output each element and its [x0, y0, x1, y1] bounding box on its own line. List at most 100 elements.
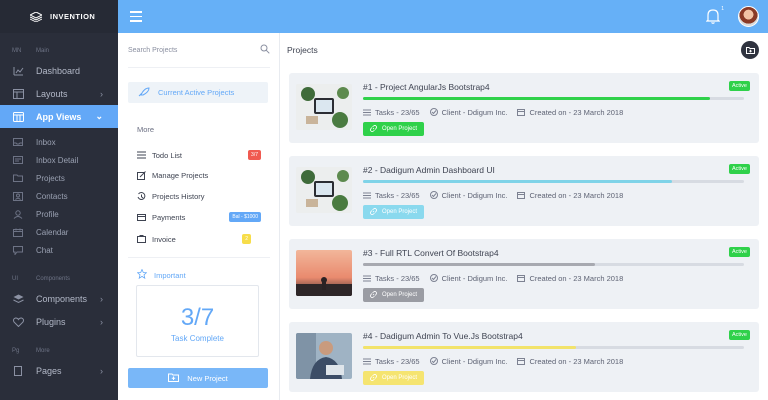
sidebar-item-inbox-detail[interactable]: Inbox Detail — [0, 151, 118, 169]
project-meta: Tasks - 23/65 Client - Ddigum Inc. Creat… — [363, 273, 633, 283]
sidebar-item-components[interactable]: Components › — [0, 287, 118, 310]
link-icon — [370, 207, 377, 217]
task-count: 3/7 — [180, 304, 215, 331]
more-item-label: Todo List — [152, 150, 183, 160]
client-text: Client - Ddigum Inc. — [441, 273, 508, 283]
sidebar-item-contacts[interactable]: Contacts — [0, 187, 118, 205]
task-complete-label: Task Complete — [171, 334, 224, 343]
menu-icon[interactable] — [130, 11, 142, 25]
sidebar-item-label: Calendar — [36, 227, 69, 237]
components-icon — [12, 293, 24, 305]
section-title: Main — [36, 48, 50, 54]
project-title[interactable]: #3 - Full RTL Convert Of Bootstrap4 — [363, 248, 499, 258]
open-project-button[interactable]: Open Project — [363, 371, 425, 385]
invoice-badge: 2 — [242, 234, 251, 244]
section-abbr: MN — [12, 48, 22, 54]
brand-name: INVENTION — [50, 12, 96, 21]
invoice-link[interactable]: Invoice 2 — [137, 233, 261, 245]
sidebar-item-dashboard[interactable]: Dashboard — [0, 59, 118, 82]
link-icon — [370, 124, 377, 134]
project-thumbnail — [296, 167, 352, 213]
manage-projects-link[interactable]: Manage Projects — [137, 169, 261, 181]
client-text: Client - Ddigum Inc. — [441, 356, 508, 366]
edit-icon — [137, 170, 146, 180]
history-icon — [137, 191, 146, 201]
dashboard-icon — [12, 65, 24, 77]
project-card: #1 - Project AngularJs Bootstrap4 Active… — [289, 73, 759, 143]
contacts-icon — [12, 191, 24, 201]
project-title[interactable]: #1 - Project AngularJs Bootstrap4 — [363, 82, 490, 92]
tasks-text: Tasks - 23/65 — [375, 107, 420, 117]
open-project-button[interactable]: Open Project — [363, 122, 425, 136]
search-icon[interactable] — [260, 44, 270, 54]
tasks-text: Tasks - 23/65 — [375, 356, 420, 366]
sidebar-item-pages[interactable]: Pages › — [0, 359, 118, 382]
payments-link[interactable]: Payments Bal - $1000 — [137, 211, 261, 223]
section-title: More — [36, 348, 50, 354]
add-project-button[interactable] — [741, 41, 759, 59]
notification-count: 1 — [721, 6, 724, 12]
sidebar-item-inbox[interactable]: Inbox — [0, 133, 118, 151]
todo-list-link[interactable]: Todo List 3/7 — [137, 149, 261, 161]
client-icon — [429, 191, 438, 199]
project-thumbnail — [296, 84, 352, 130]
sidebar-item-label: Inbox — [36, 137, 56, 147]
chevron-right-icon: › — [100, 316, 103, 327]
search-placeholder: Search Projects — [128, 46, 178, 54]
more-item-label: Manage Projects — [152, 170, 209, 180]
project-thumbnail — [296, 250, 352, 296]
divider — [128, 67, 270, 68]
brand[interactable]: INVENTION — [0, 0, 118, 33]
user-avatar[interactable] — [738, 6, 759, 27]
sidebar-item-label: Dashboard — [36, 65, 81, 76]
project-thumbnail — [296, 333, 352, 379]
folder-plus-icon — [745, 46, 755, 54]
pages-icon — [12, 365, 24, 377]
section-title: Components — [36, 276, 71, 282]
sidebar-item-chat[interactable]: Chat — [0, 241, 118, 259]
projects-filter-panel: Search Projects Current Active Projects … — [118, 33, 280, 400]
current-active-projects-button[interactable]: Current Active Projects — [128, 82, 268, 103]
progress-fill — [363, 97, 710, 100]
chevron-right-icon: › — [100, 88, 103, 99]
sidebar-item-label: Profile — [36, 209, 59, 219]
rocket-icon — [138, 86, 150, 99]
status-badge: Active — [729, 330, 750, 340]
active-projects-label: Current Active Projects — [158, 88, 235, 97]
project-card: #2 - Dadigum Admin Dashboard UI Active T… — [289, 156, 759, 226]
open-project-button[interactable]: Open Project — [363, 288, 425, 302]
sidebar-item-calendar[interactable]: Calendar — [0, 223, 118, 241]
calendar-icon — [517, 274, 526, 282]
created-text: Created on - 23 March 2018 — [529, 107, 624, 117]
sidebar-item-layouts[interactable]: Layouts › — [0, 82, 118, 105]
bell-icon[interactable] — [706, 8, 720, 24]
sidebar-item-projects[interactable]: Projects — [0, 169, 118, 187]
project-title[interactable]: #4 - Dadigum Admin To Vue.Js Bootstrap4 — [363, 331, 523, 341]
created-text: Created on - 23 March 2018 — [529, 356, 624, 366]
projects-main: Projects #1 - Project AngularJs Bootstra… — [280, 33, 768, 400]
sidebar-item-label: Layouts — [36, 88, 68, 99]
layers-logo-icon — [30, 11, 42, 22]
project-meta: Tasks - 23/65 Client - Ddigum Inc. Creat… — [363, 107, 633, 117]
balance-badge: Bal - $1000 — [229, 212, 261, 222]
status-badge: Active — [729, 81, 750, 91]
tasks-icon — [363, 192, 371, 199]
section-label-components: UI Components — [0, 271, 118, 287]
open-project-button[interactable]: Open Project — [363, 205, 425, 219]
new-project-button[interactable]: New Project — [128, 368, 268, 388]
sidebar-item-plugins[interactable]: Plugins › — [0, 310, 118, 333]
created-text: Created on - 23 March 2018 — [529, 273, 624, 283]
app-views-icon — [12, 111, 24, 123]
inbox-icon — [12, 137, 24, 147]
search-input[interactable]: Search Projects — [128, 43, 270, 57]
chevron-right-icon: › — [100, 293, 103, 304]
sidebar-item-app-views[interactable]: App Views ⌄ — [0, 105, 118, 128]
sidebar-item-profile[interactable]: Profile — [0, 205, 118, 223]
project-title[interactable]: #2 - Dadigum Admin Dashboard UI — [363, 165, 495, 175]
open-project-label: Open Project — [382, 292, 418, 298]
client-text: Client - Ddigum Inc. — [441, 190, 508, 200]
inbox-detail-icon — [12, 155, 24, 165]
section-abbr: Pg — [12, 348, 20, 354]
status-badge: Active — [729, 164, 750, 174]
projects-history-link[interactable]: Projects History — [137, 190, 261, 202]
